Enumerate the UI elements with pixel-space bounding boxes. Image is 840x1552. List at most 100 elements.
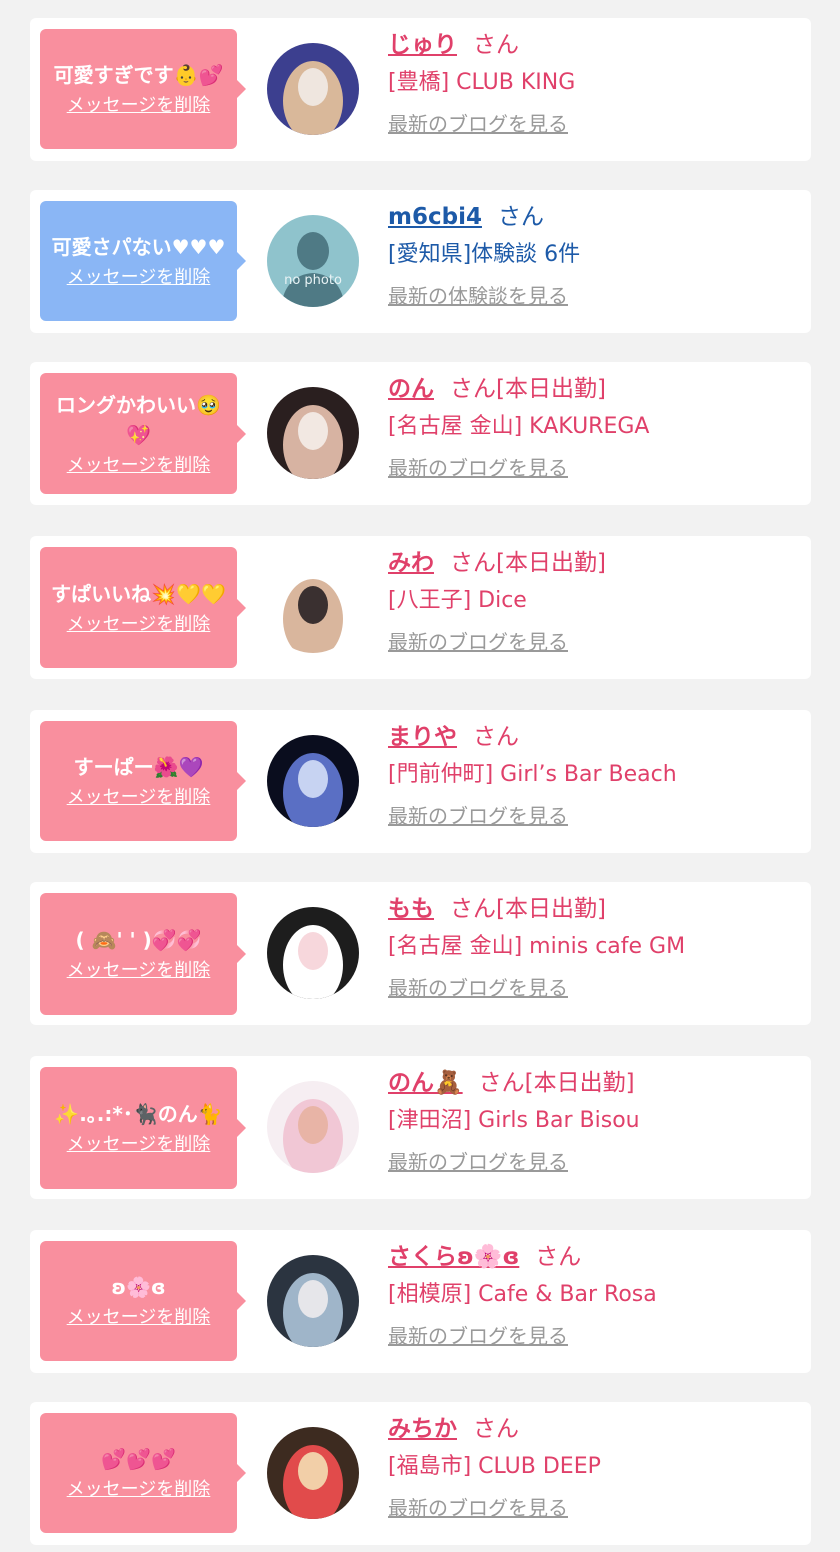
user-name-link[interactable]: のん (388, 376, 434, 402)
photo-avatar-icon (267, 387, 359, 479)
user-info: みちか さん [福島市] CLUB DEEP 最新のブログを見る (388, 1414, 801, 1522)
message-card: ( 🙈' ' )💞💞 メッセージを削除 もも さん[本日出勤] [名古屋 金山] min… (30, 882, 811, 1025)
name-line: のん さん[本日出勤] (388, 374, 801, 404)
avatar-photo (267, 907, 359, 999)
avatar-photo (267, 1427, 359, 1519)
avatar-photo (267, 1255, 359, 1347)
avatar[interactable] (267, 561, 359, 653)
honorific: さん (473, 1416, 519, 1442)
latest-post-link[interactable]: 最新のブログを見る (388, 110, 568, 138)
attendance-tag: [本日出勤] (496, 896, 606, 922)
name-line: まりや さん (388, 722, 801, 752)
user-name-link[interactable]: もも (388, 896, 434, 922)
shop-label: [愛知県]体験談 6件 (388, 242, 581, 267)
shop-label: [相模原] Cafe & Bar Rosa (388, 1282, 657, 1307)
message-card: ✨.｡.:*･🐈‍⬛のん🐈 メッセージを削除 のん🧸 さん[本日出勤] [津田沼] Gi… (30, 1056, 811, 1199)
latest-post-link[interactable]: 最新のブログを見る (388, 454, 568, 482)
avatar[interactable] (267, 907, 359, 999)
message-bubble: ✨.｡.:*･🐈‍⬛のん🐈 メッセージを削除 (40, 1067, 246, 1189)
message-card: 可愛すぎです👶💕 メッセージを削除 じゅり さん [豊橋] CLUB KING 最新のブロ… (30, 18, 811, 161)
photo-avatar-icon (267, 1427, 359, 1519)
name-line: みわ さん[本日出勤] (388, 548, 801, 578)
message-bubble: ʚ🌸ɞ メッセージを削除 (40, 1241, 246, 1361)
shop-label: [豊橋] CLUB KING (388, 70, 576, 95)
message-text: すーぱー🌺💜 (73, 755, 204, 779)
avatar[interactable] (267, 387, 359, 479)
message-text: ( 🙈' ' )💞💞 (75, 928, 202, 952)
name-line: もも さん[本日出勤] (388, 894, 801, 924)
shop-label: [福島市] CLUB DEEP (388, 1454, 601, 1479)
avatar[interactable] (267, 1255, 359, 1347)
message-card: 💕💕💕 メッセージを削除 みちか さん [福島市] CLUB DEEP 最新のブログを見る (30, 1402, 811, 1545)
delete-message-link[interactable]: メッセージを削除 (46, 959, 231, 983)
user-name-link[interactable]: みちか (388, 1416, 457, 1442)
avatar-photo (267, 43, 359, 135)
avatar[interactable] (267, 735, 359, 827)
user-name-link[interactable]: みわ (388, 550, 434, 576)
message-card: 可愛さパない♥♥♥ メッセージを削除 no photo m6cbi4 さん [愛知県]体験… (30, 190, 811, 333)
avatar-photo (267, 387, 359, 479)
delete-message-link[interactable]: メッセージを削除 (46, 1306, 231, 1330)
honorific: さん (450, 896, 496, 922)
message-card: ʚ🌸ɞ メッセージを削除 さくらʚ🌸ɞ さん [相模原] Cafe & Bar Rosa… (30, 1230, 811, 1373)
message-text: 可愛さパない♥♥♥ (51, 235, 226, 259)
avatar[interactable] (267, 1427, 359, 1519)
message-bubble: 可愛さパない♥♥♥ メッセージを削除 (40, 201, 246, 321)
user-info: のん🧸 さん[本日出勤] [津田沼] Girls Bar Bisou 最新のブログを見… (388, 1068, 801, 1176)
latest-post-link[interactable]: 最新のブログを見る (388, 974, 568, 1002)
latest-post-link[interactable]: 最新のブログを見る (388, 802, 568, 830)
delete-message-link[interactable]: メッセージを削除 (46, 1478, 231, 1502)
honorific: さん (497, 204, 544, 230)
latest-post-link[interactable]: 最新のブログを見る (388, 1322, 568, 1350)
avatar-photo (267, 1081, 359, 1173)
message-bubble: 可愛すぎです👶💕 メッセージを削除 (40, 29, 246, 149)
attendance-tag: [本日出勤] (496, 376, 606, 402)
delete-message-link[interactable]: メッセージを削除 (46, 786, 231, 810)
no-photo-avatar-icon: no photo (267, 215, 359, 307)
latest-post-link[interactable]: 最新のブログを見る (388, 1494, 568, 1522)
photo-avatar-icon (267, 735, 359, 827)
user-name-link[interactable]: のん🧸 (388, 1070, 463, 1096)
user-name-link[interactable]: じゅり (388, 32, 457, 58)
user-name-link[interactable]: まりや (388, 724, 457, 750)
delete-message-link[interactable]: メッセージを削除 (46, 613, 231, 637)
message-text: ロングかわいい🥹💖 (56, 392, 221, 447)
message-bubble: ( 🙈' ' )💞💞 メッセージを削除 (40, 893, 246, 1015)
photo-avatar-icon (267, 1081, 359, 1173)
latest-post-link[interactable]: 最新の体験談を見る (388, 282, 568, 310)
attendance-tag: [本日出勤] (496, 550, 606, 576)
photo-avatar-icon (267, 1255, 359, 1347)
user-info: じゅり さん [豊橋] CLUB KING 最新のブログを見る (388, 30, 801, 138)
delete-message-link[interactable]: メッセージを削除 (46, 454, 231, 478)
honorific: さん (473, 724, 519, 750)
shop-label: [津田沼] Girls Bar Bisou (388, 1108, 640, 1133)
honorific: さん (473, 32, 519, 58)
honorific: さん (535, 1244, 582, 1270)
avatar[interactable] (267, 1081, 359, 1173)
message-text: 💕💕💕 (101, 1447, 176, 1471)
honorific: さん (478, 1070, 525, 1096)
message-text: ʚ🌸ɞ (111, 1275, 166, 1299)
latest-post-link[interactable]: 最新のブログを見る (388, 1148, 568, 1176)
shop-label: [八王子] Dice (388, 588, 527, 613)
photo-avatar-icon (267, 561, 359, 653)
user-info: みわ さん[本日出勤] [八王子] Dice 最新のブログを見る (388, 548, 801, 656)
message-text: ✨.｡.:*･🐈‍⬛のん🐈 (54, 1102, 223, 1126)
delete-message-link[interactable]: メッセージを削除 (46, 266, 231, 290)
user-info: さくらʚ🌸ɞ さん [相模原] Cafe & Bar Rosa 最新のブログを見る (388, 1242, 801, 1350)
name-line: m6cbi4 さん (388, 202, 801, 232)
avatar[interactable] (267, 43, 359, 135)
latest-post-link[interactable]: 最新のブログを見る (388, 628, 568, 656)
name-line: さくらʚ🌸ɞ さん (388, 1242, 801, 1272)
delete-message-link[interactable]: メッセージを削除 (46, 94, 231, 118)
avatar[interactable]: no photo (267, 215, 359, 307)
honorific: さん (450, 550, 496, 576)
shop-label: [門前仲町] Girl’s Bar Beach (388, 762, 677, 787)
shop-label: [名古屋 金山] KAKUREGA (388, 414, 650, 439)
message-card: すぱいいね💥💛💛 メッセージを削除 みわ さん[本日出勤] [八王子] Dice 最新のブ… (30, 536, 811, 679)
user-name-link[interactable]: m6cbi4 (388, 204, 482, 230)
user-name-link[interactable]: さくらʚ🌸ɞ (388, 1244, 519, 1270)
photo-avatar-icon (267, 43, 359, 135)
delete-message-link[interactable]: メッセージを削除 (46, 1133, 231, 1157)
message-text: すぱいいね💥💛💛 (51, 581, 226, 606)
